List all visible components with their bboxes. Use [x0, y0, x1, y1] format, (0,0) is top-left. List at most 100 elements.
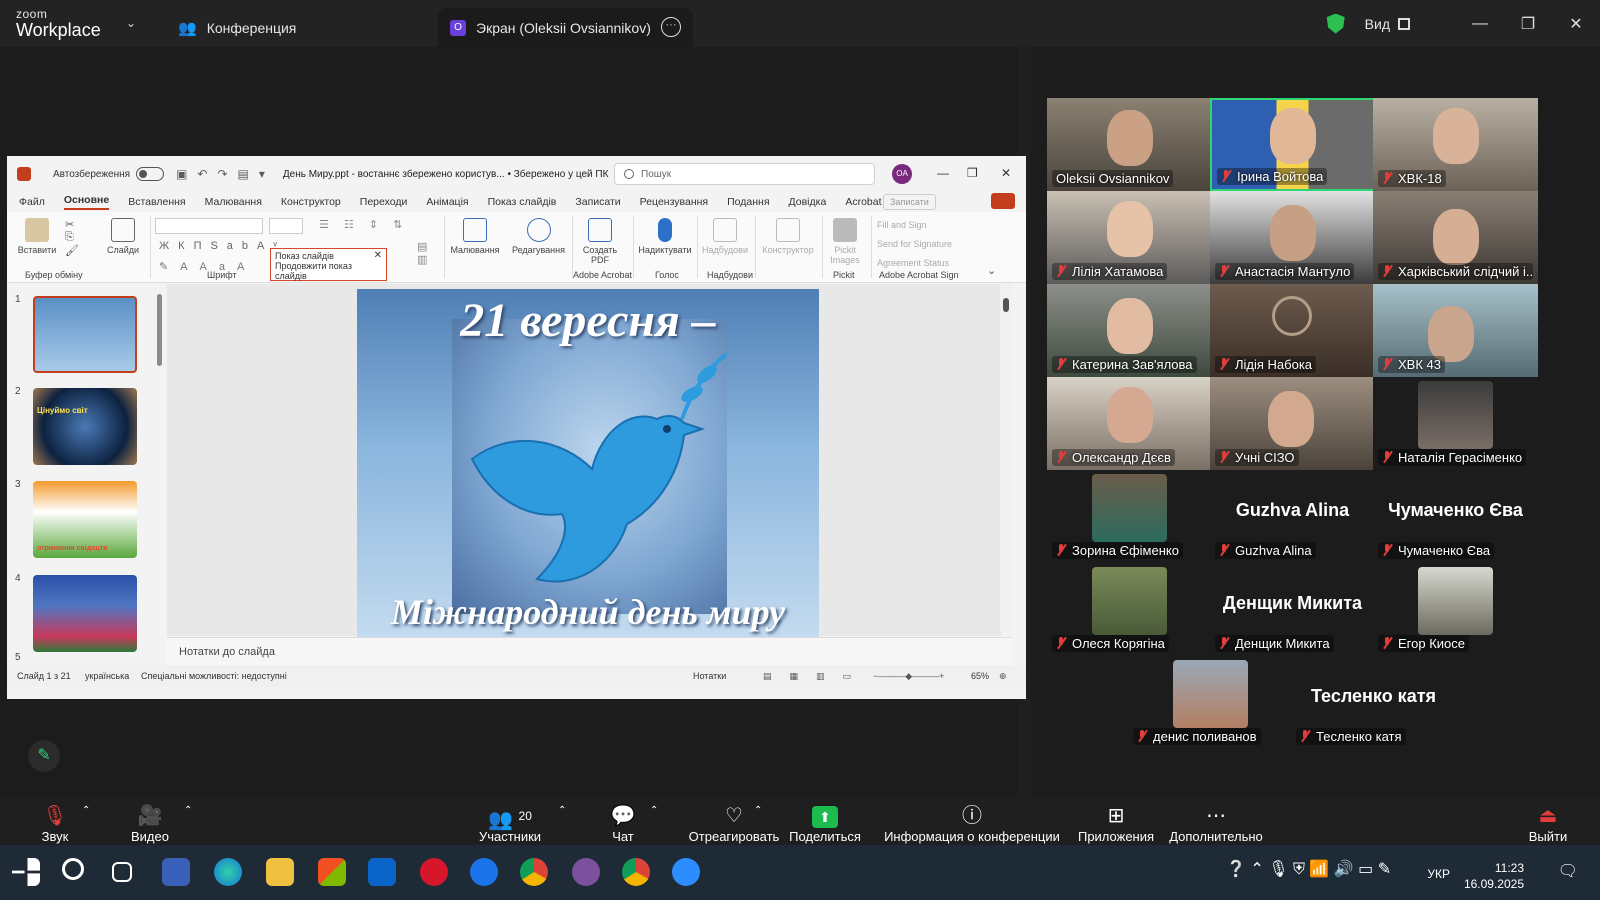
status-accessibility[interactable]: Спеціальні можливості: недоступні [141, 671, 287, 681]
font-name-select[interactable] [155, 218, 263, 234]
designer-button[interactable]: Конструктор [759, 214, 817, 255]
share-screen-button[interactable]: ⬆ Поделиться [786, 805, 864, 844]
notifications-icon[interactable]: 🗨 [1558, 861, 1578, 881]
tab-acrobat[interactable]: Acrobat [845, 196, 881, 208]
paragraph-icons[interactable]: ☰ ☷ ⇕ ⇅ [319, 218, 408, 231]
tab-draw[interactable]: Малювання [205, 196, 262, 208]
slide-thumbnails-panel[interactable]: 1 2 Цінуймо світ 3 отримання свідоцтв 4 … [7, 284, 167, 663]
participant-tile[interactable]: денис поливанов [1128, 656, 1293, 749]
status-language[interactable]: українська [85, 671, 129, 681]
drawing-button[interactable]: Малювання [450, 214, 500, 255]
leave-button[interactable]: ⏏ Выйти [1526, 805, 1570, 844]
audio-button[interactable]: 🎙 Звук [38, 805, 72, 844]
audio-options-chevron-icon[interactable]: ⌃ [82, 805, 90, 816]
quick-access-icons[interactable]: ▣↶↷▤▾ [176, 167, 275, 181]
zoom-slider[interactable]: −―――◆―――+ [873, 671, 944, 682]
more-options-icon[interactable]: ··· [661, 17, 681, 37]
more-button[interactable]: ⋯ Дополнительно [1166, 805, 1266, 844]
meeting-info-button[interactable]: ⓘ Информация о конференции [884, 805, 1060, 844]
apps-button[interactable]: ⊞ Приложения [1076, 805, 1156, 844]
system-tray-icons[interactable]: ❔ ⌃ 🎙 ⛨ 📶 🔊 ▭ ✎ [1226, 859, 1391, 879]
addins-button[interactable]: Надбудови [701, 214, 749, 255]
popup-close-icon[interactable]: ✕ [374, 250, 382, 261]
participant-tile[interactable]: Oleksii Ovsiannikov [1047, 98, 1212, 191]
participant-tile[interactable]: Лідія Набока [1210, 284, 1375, 377]
annotate-icon[interactable]: ✎ [28, 740, 60, 772]
outlook-icon[interactable] [368, 858, 396, 886]
document-name[interactable]: День Миру.ppt - востаннє збережено корис… [283, 169, 609, 180]
font-style-icons[interactable]: ЖКПSabAᵛ [159, 240, 286, 252]
clock[interactable]: 11:23 16.09.2025 [1464, 860, 1524, 892]
font-size-select[interactable] [269, 218, 303, 234]
view-mode-icons[interactable]: ▤▦▥▭ [763, 671, 869, 682]
ppt-maximize-icon[interactable]: ❐ [967, 166, 978, 180]
paste-button[interactable]: Вставити [17, 214, 57, 255]
tab-conference[interactable]: 👥 Конференция [166, 8, 308, 47]
avatar[interactable]: OA [892, 164, 912, 184]
participant-tile[interactable]: ХВК 43 [1373, 284, 1538, 377]
create-pdf-button[interactable]: Создать PDF [577, 214, 623, 265]
ppt-close-icon[interactable]: ✕ [1001, 166, 1011, 180]
tab-file[interactable]: Файл [19, 196, 45, 208]
tab-home[interactable]: Основне [63, 194, 110, 210]
minimize-icon[interactable]: — [1456, 15, 1504, 33]
participant-tile[interactable]: Олеся Корягіна [1047, 563, 1212, 656]
slideshow-popup[interactable]: Показ слайдів Продовжити показ слайдів ✕ [270, 248, 387, 281]
file-explorer-icon[interactable] [266, 858, 294, 886]
participant-tile[interactable]: Лілія Хатамова [1047, 191, 1212, 284]
current-slide[interactable]: 21 вересня – Міжнародний день миру [357, 289, 819, 637]
share-button[interactable] [991, 193, 1015, 209]
pickit-button[interactable]: Pickit Images [825, 214, 865, 265]
participant-tile[interactable]: Чумаченко Єва Чумаченко Єва [1373, 470, 1538, 563]
participant-tile[interactable]: ХВК-18 [1373, 98, 1538, 191]
participant-tile[interactable]: Наталія Герасіменко [1373, 377, 1538, 470]
app-icon[interactable] [470, 858, 498, 886]
slides-button[interactable]: Слайди [105, 214, 141, 255]
send-signature-button[interactable]: Send for Signature [877, 235, 952, 254]
view-button[interactable]: Вид [1365, 16, 1390, 32]
video-options-chevron-icon[interactable]: ⌃ [184, 805, 192, 816]
viber-icon[interactable] [572, 858, 600, 886]
tab-slideshow[interactable]: Показ слайдів [488, 196, 557, 208]
participant-tile-active-speaker[interactable]: Ірина Войтова [1210, 98, 1375, 191]
zoom-icon[interactable] [672, 858, 700, 886]
tab-design[interactable]: Конструктор [281, 196, 341, 208]
participant-tile[interactable]: Зорина Єфіменко [1047, 470, 1212, 563]
tab-screen[interactable]: O Экран (Oleksii Ovsiannikov) ··· [438, 8, 693, 47]
participants-chevron-icon[interactable]: ⌃ [558, 805, 566, 816]
ppt-minimize-icon[interactable]: — [937, 166, 949, 180]
notes-toggle-button[interactable]: Нотатки [693, 671, 726, 681]
input-language[interactable]: УКР [1427, 867, 1450, 881]
participants-button[interactable]: 👥 20 Участники [474, 805, 546, 844]
editing-button[interactable]: Редагування [511, 214, 566, 255]
chat-button[interactable]: 💬 Чат [606, 805, 640, 844]
close-icon[interactable]: ✕ [1552, 14, 1600, 34]
align-icons[interactable]: ▤ ▥ [417, 240, 427, 266]
search-icon[interactable] [62, 858, 84, 880]
tab-transitions[interactable]: Переходи [360, 196, 408, 208]
zoom-logo[interactable]: zoom Workplace [16, 8, 101, 39]
participant-tile[interactable]: Харківський слідчий і... [1373, 191, 1538, 284]
maximize-icon[interactable]: ❐ [1504, 14, 1552, 34]
fit-slide-icon[interactable]: ⊕ [999, 671, 1007, 682]
zoom-level[interactable]: 65% [971, 671, 989, 681]
collapse-ribbon-icon[interactable]: ⌄ [987, 264, 996, 277]
tab-record[interactable]: Записати [575, 196, 620, 208]
autosave-toggle[interactable] [136, 167, 165, 181]
tab-view[interactable]: Подання [727, 196, 769, 208]
notes-area[interactable]: Нотатки до слайда [167, 637, 1012, 665]
participant-tile[interactable]: Тесленко катя Тесленко катя [1291, 656, 1456, 749]
react-button[interactable]: ♡ Отреагировать [680, 805, 788, 844]
participant-tile[interactable]: Олександр Дєєв [1047, 377, 1212, 470]
participant-tile[interactable]: Учні СІЗО [1210, 377, 1375, 470]
slide-thumbnail-3[interactable]: отримання свідоцтв [33, 481, 137, 558]
windows-start-icon[interactable] [12, 858, 40, 886]
shield-icon[interactable] [1326, 13, 1345, 34]
tab-animations[interactable]: Анімація [426, 196, 468, 208]
chat-chevron-icon[interactable]: ⌃ [650, 805, 658, 816]
panel-scrollbar[interactable] [157, 294, 162, 366]
participant-tile[interactable]: Денщик Микита Денщик Микита [1210, 563, 1375, 656]
dictate-button[interactable]: Надиктувати [637, 214, 693, 255]
slide-thumbnail-2[interactable]: Цінуймо світ [33, 388, 137, 465]
cut-copy-icons[interactable]: ✂ ⎘ 🖌 [65, 218, 79, 257]
